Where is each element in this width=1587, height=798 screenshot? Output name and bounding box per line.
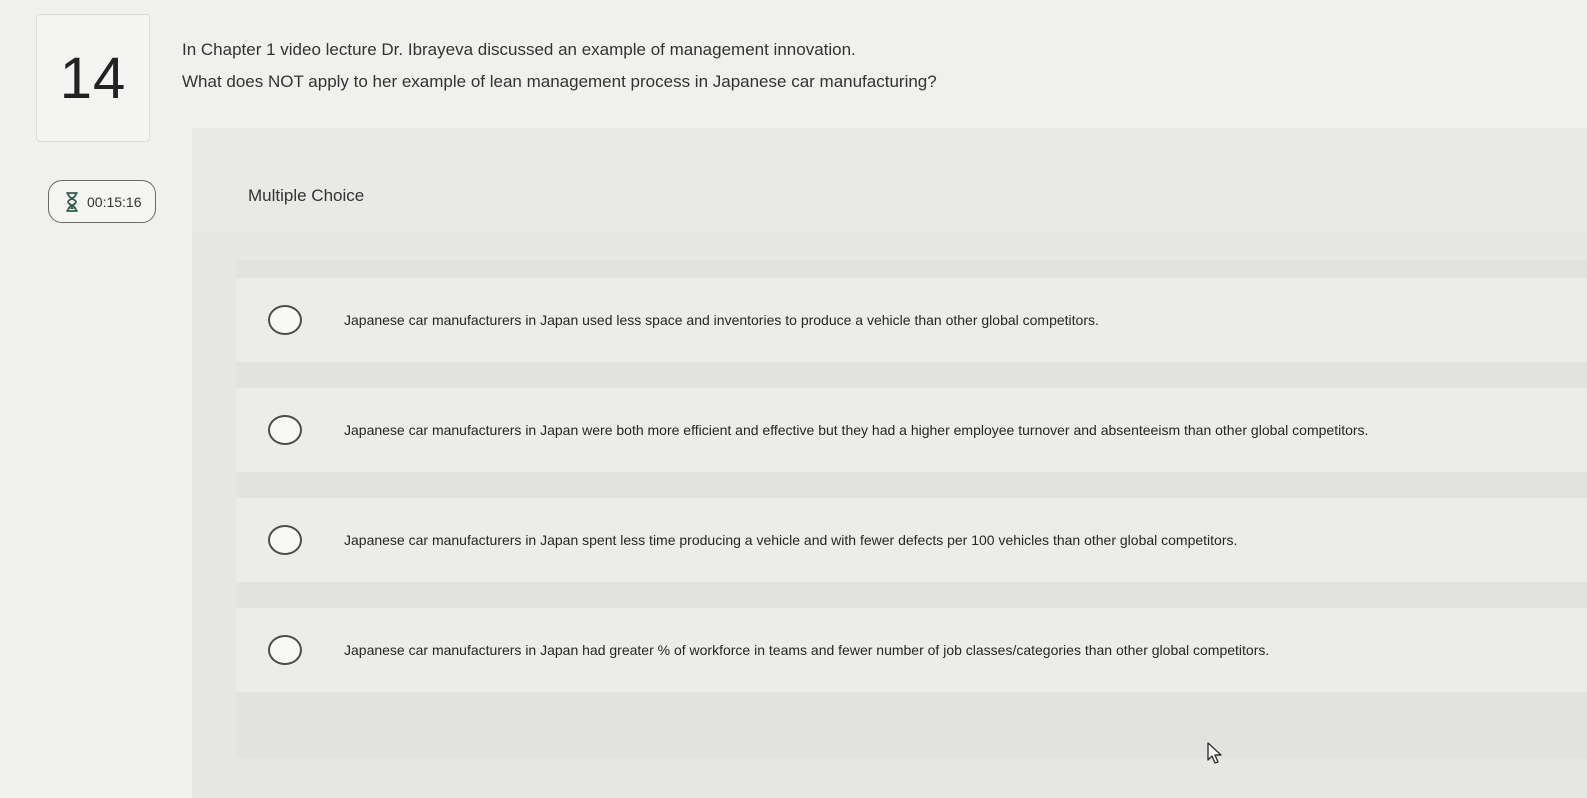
panel-header: Multiple Choice: [192, 128, 1587, 232]
answer-option-label: Japanese car manufacturers in Japan spen…: [344, 532, 1238, 548]
question-line: What does NOT apply to her example of le…: [182, 72, 937, 91]
question-type-label: Multiple Choice: [248, 186, 365, 205]
answer-option-label: Japanese car manufacturers in Japan had …: [344, 642, 1270, 658]
timer-value: 00:15:16: [87, 193, 142, 210]
radio-button[interactable]: [268, 525, 302, 555]
answer-option[interactable]: Japanese car manufacturers in Japan were…: [236, 388, 1587, 472]
answer-option[interactable]: Japanese car manufacturers in Japan had …: [236, 608, 1587, 692]
timer-badge: 00:15:16: [48, 180, 156, 223]
question-number-box: 14: [36, 14, 150, 142]
radio-button[interactable]: [268, 635, 302, 665]
answer-panel: Multiple Choice Japanese car manufacture…: [192, 128, 1587, 798]
question-prompt: In Chapter 1 video lecture Dr. Ibrayeva …: [182, 34, 1182, 98]
radio-button[interactable]: [268, 305, 302, 335]
answer-option-label: Japanese car manufacturers in Japan used…: [344, 312, 1099, 328]
answer-option[interactable]: Japanese car manufacturers in Japan used…: [236, 278, 1587, 362]
hourglass-icon: [66, 191, 78, 212]
options-list: Japanese car manufacturers in Japan used…: [236, 260, 1587, 758]
answer-option-label: Japanese car manufacturers in Japan were…: [344, 422, 1369, 438]
mouse-cursor-icon: [1207, 742, 1222, 764]
radio-button[interactable]: [268, 415, 302, 445]
question-number: 14: [59, 45, 127, 111]
question-line: In Chapter 1 video lecture Dr. Ibrayeva …: [182, 40, 856, 59]
answer-option[interactable]: Japanese car manufacturers in Japan spen…: [236, 498, 1587, 582]
